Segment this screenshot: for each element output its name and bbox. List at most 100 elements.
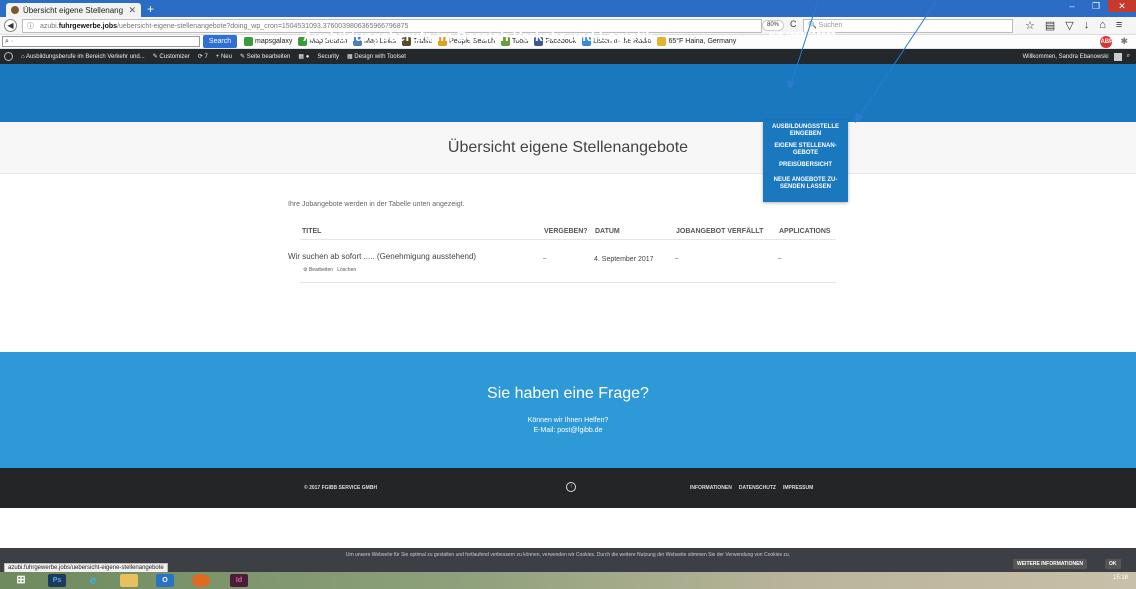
question-email[interactable]: E-Mail: post@fgibb.de (0, 427, 1136, 434)
admin-new-label: Neu (220, 53, 232, 60)
site-favicon-icon (11, 6, 19, 14)
search-placeholder: Suchen (818, 22, 843, 29)
admin-toolset-link[interactable]: ▦ Design with Toolset (347, 53, 406, 60)
adblock-icon[interactable]: ABP (1100, 36, 1113, 48)
row-actions: ⚙ Bearbeiten Löschen (303, 267, 356, 273)
outlook-icon[interactable]: O (156, 574, 174, 587)
arbeitgeber-dropdown: AUSBILDUNGSSTELLE EINGEBEN EIGENE STELLE… (763, 120, 848, 202)
wp-admin-bar: ⌂ Ausbildungsberufe im Bereich Verkehr u… (0, 49, 1136, 64)
admin-site-link[interactable]: ⌂ Ausbildungsberufe im Bereich Verkehr u… (21, 54, 145, 60)
admin-edit-label: Seite bearbeiten (246, 54, 291, 60)
cookie-text: Um unsere Webseite für Sie optimal zu ge… (345, 552, 791, 558)
dropdown-item-neue-angebote[interactable]: NEUE ANGEBOTE ZU-SENDEN LASSEN (765, 177, 846, 191)
admin-edit-link[interactable]: ✎ Seite bearbeiten (240, 53, 290, 60)
cell-applications: – (778, 256, 782, 262)
column-header-applications: APPLICATIONS (779, 228, 831, 235)
delete-link[interactable]: Löschen (337, 267, 356, 273)
zoom-indicator[interactable]: 80% (762, 20, 784, 31)
toolbar-item[interactable]: 65°F Haina, Germany (657, 37, 736, 46)
column-header-titel: TITEL (302, 228, 322, 235)
site-header (0, 64, 1136, 122)
edit-link[interactable]: ⚙ Bearbeiten (303, 267, 333, 273)
new-tab-button[interactable]: + (147, 2, 154, 16)
firefox-icon[interactable] (192, 574, 210, 587)
admin-greeting[interactable]: Willkommen, Sandra Ebanowski (1023, 54, 1109, 60)
cell-vergeben: – (543, 256, 547, 262)
footer-link-datenschutz[interactable]: DATENSCHUTZ (739, 485, 776, 491)
intro-text: Ihre Jobangebote werden in der Tabelle u… (288, 201, 465, 208)
table-header-divider (300, 239, 836, 240)
nav-menu-label: FÜR ARBEITGEBER (769, 32, 837, 39)
admin-customizer-link[interactable]: ✎ Customizer (153, 53, 190, 60)
admin-customizer-label: Customizer (159, 54, 190, 60)
admin-new-link[interactable]: + Neu (216, 54, 232, 60)
close-window-icon[interactable]: ✕ (1108, 0, 1136, 12)
toolbar-item[interactable]: mapsgalaxy (244, 37, 292, 46)
menu-icon[interactable]: ≡ (1116, 19, 1122, 32)
admin-security-link[interactable]: Security (317, 54, 339, 60)
maximize-icon[interactable]: ❐ (1084, 0, 1108, 12)
info-icon[interactable]: ⓘ (27, 21, 34, 31)
explorer-icon[interactable] (120, 574, 138, 587)
wordpress-logo-icon[interactable] (4, 52, 13, 61)
dropdown-item-ausbildungsstelle[interactable]: AUSBILDUNGSSTELLE EINGEBEN (765, 124, 846, 138)
site-footer: © 2017 FGIBB SERVICE GMBH ↑ INFORMATIONE… (0, 468, 1136, 508)
footer-links: INFORMATIONEN DATENSCHUTZ IMPRESSUM (690, 485, 813, 491)
download-icon[interactable]: ↓ (1084, 19, 1090, 32)
footer-link-impressum[interactable]: IMPRESSUM (783, 485, 813, 491)
toolbar-right: ABP ✱ (1100, 36, 1128, 48)
toolbar-search-input[interactable]: ⌕ · (2, 36, 200, 47)
cookie-more-button[interactable]: WEITERE INFORMATIONEN (1013, 559, 1088, 569)
toolbar-search-button[interactable]: Search (203, 35, 237, 48)
toolbar-item-icon (657, 37, 667, 46)
question-subtitle: Können wir Ihnen Helfen? (527, 417, 609, 424)
admin-avatar[interactable] (1113, 52, 1122, 61)
photoshop-icon[interactable]: Ps (48, 574, 66, 587)
admin-toolset-label: Design with Toolset (354, 54, 406, 60)
indesign-icon[interactable]: Id (230, 574, 248, 587)
home-icon[interactable]: ⌂ (1099, 19, 1106, 32)
toolbar-item-label: mapsgalaxy (255, 38, 293, 45)
column-header-vergeben: VERGEBEN? (544, 228, 588, 235)
edit-label: Bearbeiten (308, 267, 334, 273)
dropdown-item-eigene-stellenangebote[interactable]: EIGENE STELLENAN-GEBOTE (765, 143, 846, 157)
minimize-icon[interactable]: – (1060, 0, 1084, 12)
admin-updates-link[interactable]: ⟳ 7 (198, 53, 208, 60)
admin-updates-count: 7 (204, 54, 208, 60)
admin-search-icon[interactable]: ⌕ (1127, 53, 1130, 60)
cell-verfaellt: – (675, 256, 679, 262)
copyright: © 2017 FGIBB SERVICE GMBH (304, 485, 378, 491)
browser-toolbar-icons: ☆ ▤ ▽ ↓ ⌂ ≡ (1025, 19, 1122, 32)
windows-start-icon[interactable]: ⊞ (12, 574, 30, 587)
back-button[interactable]: ◀ (4, 19, 17, 32)
bookmarks-list-icon[interactable]: ▤ (1045, 19, 1055, 32)
dropdown-item-preisuebersicht[interactable]: PREISÜBERSICHT (765, 162, 846, 169)
url-prefix: azubi. (40, 22, 59, 30)
nav-menu-arbeitgeber[interactable]: FÜR ARBEITGEBER ⌄ (769, 31, 844, 39)
ie-icon[interactable]: e (84, 574, 102, 587)
scroll-up-icon[interactable]: ↑ (566, 482, 576, 492)
cookie-ok-button[interactable]: OK (1105, 559, 1121, 569)
bookmark-star-icon[interactable]: ☆ (1025, 19, 1035, 32)
question-band (0, 352, 1136, 468)
reload-icon[interactable]: C (790, 19, 797, 29)
cookie-bar: Um unsere Webseite für Sie optimal zu ge… (0, 548, 1136, 572)
admin-stats-icon[interactable]: ▦ ● (298, 53, 309, 60)
site-title[interactable]: Ausbildungsberufe im Bereich Verkehr und… (303, 28, 653, 44)
window-controls: – ❐ ✕ (1060, 0, 1136, 12)
admin-site-label: Ausbildungsberufe im Bereich Verkehr und… (25, 53, 145, 60)
cell-datum: 4. September 2017 (594, 256, 654, 263)
pocket-icon[interactable]: ▽ (1065, 19, 1073, 32)
footer-link-informationen[interactable]: INFORMATIONEN (690, 485, 732, 491)
clock: 15:18 (1112, 575, 1128, 581)
browser-tab[interactable]: Übersicht eigene Stellenang ✕ (6, 3, 141, 17)
column-header-verfaellt: JOBANGEBOT VERFÄLLT (676, 228, 764, 235)
table-row-divider (300, 282, 836, 283)
question-title: Sie haben eine Frage? (487, 385, 649, 402)
extension-icon[interactable]: ✱ (1120, 36, 1128, 48)
close-tab-icon[interactable]: ✕ (128, 5, 136, 16)
column-header-datum: DATUM (595, 228, 620, 235)
job-title-link[interactable]: Wir suchen ab sofort ..... (Genehmigung … (288, 252, 476, 261)
toolbar-item-label: 65°F Haina, Germany (668, 38, 737, 45)
url-host: fuhrgewerbe.jobs (58, 22, 118, 30)
